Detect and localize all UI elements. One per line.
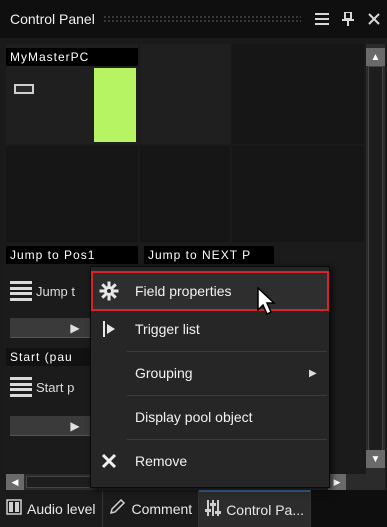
executor-row-text: Jump t [36,283,76,299]
executor-row[interactable]: Jump t [6,276,75,306]
menu-item-remove[interactable]: Remove [91,441,329,481]
fader-icon [14,84,34,94]
menu-item-label: Remove [135,453,188,469]
tab-label: Comment [131,500,193,517]
menu-item-label: Trigger list [135,321,200,337]
menu-item-display-pool-object[interactable]: Display pool object [91,397,329,437]
hamburger-icon[interactable] [309,6,335,32]
tab-audio-level[interactable]: Audio level [0,490,103,527]
gear-icon [91,281,127,301]
master-label: MyMasterPC [6,48,138,66]
drag-grip[interactable] [102,15,301,23]
context-menu: Field properties Trigger list Grouping ▶… [90,266,330,488]
close-icon[interactable] [361,6,387,32]
scrollbar-thumb[interactable] [368,66,383,456]
scroll-up-button[interactable]: ▲ [366,48,385,66]
executor-row[interactable]: Start p [6,372,74,402]
close-icon [91,453,127,469]
title-bar: Control Panel [0,0,387,38]
grid-cell[interactable] [232,146,364,242]
master-level-bar[interactable] [94,68,136,142]
scroll-right-button[interactable]: ▶ [328,474,346,490]
tab-control-panel[interactable]: Control Pa... [199,490,312,527]
executor-list-icon [10,377,32,397]
submenu-arrow-icon: ▶ [309,367,317,379]
tab-label: Audio level [27,500,96,517]
grid-cell[interactable] [140,44,230,144]
executor-label: Jump to Pos1 [6,246,138,264]
menu-item-label: Grouping [135,365,193,381]
menu-item-label: Field properties [135,283,232,299]
audio-level-icon [6,498,22,519]
mouse-cursor-icon [257,286,276,316]
grid-cell[interactable] [232,44,364,144]
play-icon: ▶ [70,320,80,335]
menu-item-grouping[interactable]: Grouping ▶ [91,353,329,393]
trigger-icon [91,320,127,338]
executor-row-text: Start p [36,379,75,395]
executor-label: Jump to NEXT P [144,246,274,264]
menu-separator [127,395,327,396]
scroll-down-button[interactable]: ▼ [366,450,385,468]
play-icon: ▶ [70,418,80,433]
pin-icon[interactable] [335,6,361,32]
bottom-tab-bar: Audio level Comment Control Pa... [0,490,387,527]
pencil-icon [109,498,127,519]
tab-label: Control Pa... [226,501,305,518]
window-title: Control Panel [10,11,95,27]
executor-list-icon [10,281,32,301]
vertical-scrollbar[interactable]: ▲ ▼ [366,44,385,474]
tab-comment[interactable]: Comment [102,490,200,527]
grid-cell[interactable] [140,146,230,242]
scroll-left-button[interactable]: ◀ [6,474,24,490]
menu-separator [127,439,327,440]
sliders-icon [205,499,222,521]
menu-item-trigger-list[interactable]: Trigger list [91,309,329,349]
menu-item-label: Display pool object [135,409,253,425]
menu-item-field-properties[interactable]: Field properties [91,271,329,311]
grid-cell[interactable] [6,146,138,242]
menu-separator [127,351,327,352]
